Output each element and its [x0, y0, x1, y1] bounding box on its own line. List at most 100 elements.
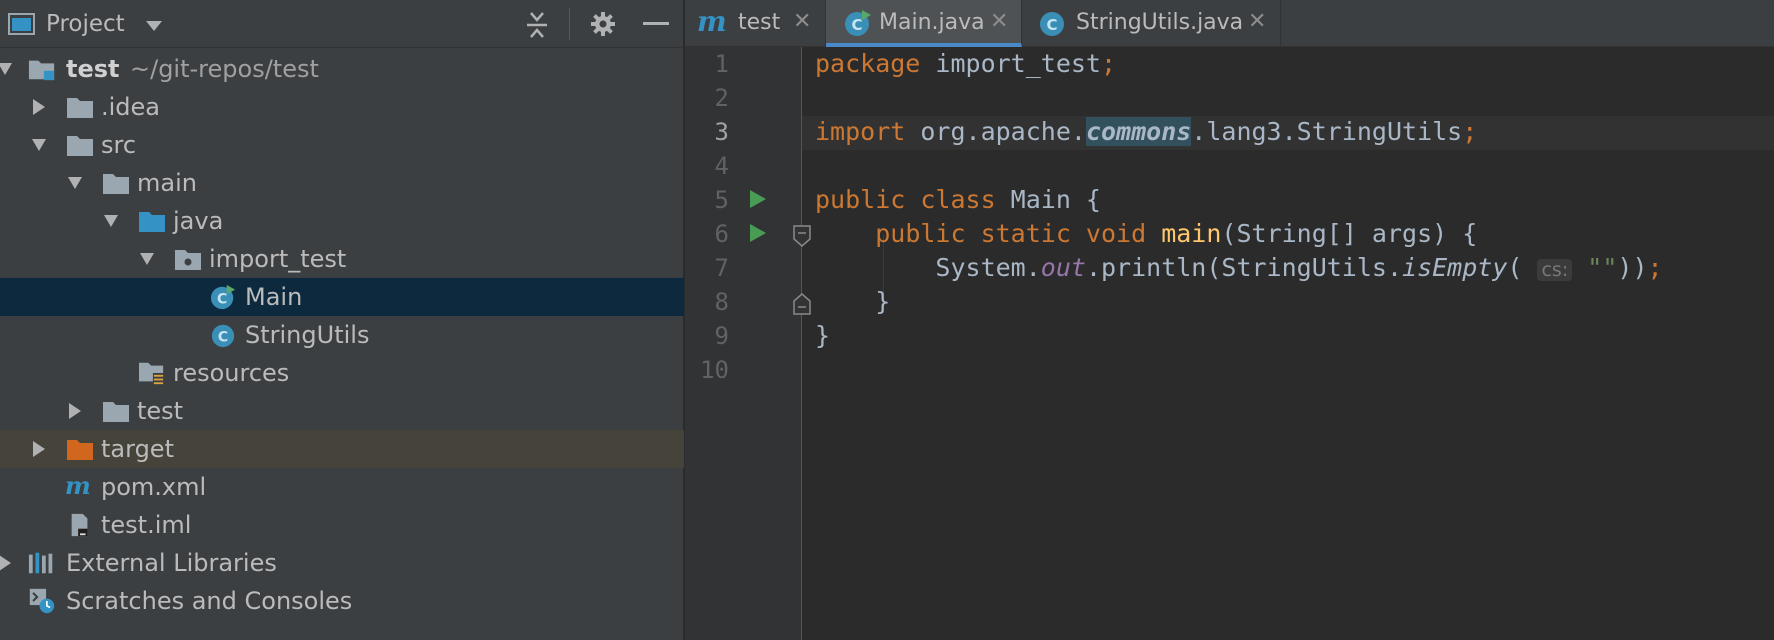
code-token: Main {: [995, 185, 1101, 214]
collapsed-arrow-icon[interactable]: [67, 402, 83, 420]
tab-label: test: [738, 10, 781, 35]
folder-icon: [103, 174, 129, 194]
close-icon[interactable]: ✕: [1248, 9, 1266, 34]
close-icon[interactable]: ✕: [793, 9, 811, 34]
expanded-arrow-icon[interactable]: [0, 60, 13, 78]
line-number: 7: [714, 254, 729, 282]
tab-test[interactable]: m test ✕: [685, 0, 826, 47]
tab-stringutils-java[interactable]: C StringUtils.java ✕: [1022, 0, 1281, 47]
code-token: ;: [1462, 117, 1478, 146]
svg-text:m: m: [697, 9, 727, 37]
tree-item-test-dir[interactable]: test: [0, 392, 684, 430]
project-panel-header: Project: [0, 0, 684, 48]
tree-item-label: Main: [245, 283, 303, 311]
folder-icon: [103, 402, 129, 422]
tree-item-scratches[interactable]: Scratches and Consoles: [0, 582, 684, 620]
code-line-6[interactable]: public static void main(String[] args) {: [815, 219, 1477, 248]
code-token: main: [1146, 219, 1222, 248]
tree-item-main-class[interactable]: C Main: [0, 278, 684, 316]
tab-label: Main.java: [879, 10, 985, 35]
tree-item-label: target: [101, 435, 174, 463]
maven-icon: m: [697, 9, 727, 37]
line-number: 8: [714, 288, 729, 316]
source-folder-icon: [139, 212, 165, 232]
libraries-icon: [28, 552, 53, 574]
line-number: 10: [700, 356, 729, 384]
tree-item-src[interactable]: src: [0, 126, 684, 164]
code-token: public class: [815, 185, 996, 214]
tree-item-label: External Libraries: [66, 549, 277, 577]
parameter-hint: cs:: [1537, 259, 1573, 281]
svg-text:C: C: [1046, 16, 1057, 34]
collapsed-arrow-icon[interactable]: [31, 440, 47, 458]
svg-text:C: C: [217, 292, 227, 308]
code-token: out: [1040, 253, 1086, 282]
expanded-arrow-icon[interactable]: [67, 174, 83, 192]
editor-area: m test ✕ C Main.java ✕ C StringUtils.jav…: [685, 0, 1774, 640]
code-line-5[interactable]: public class Main {: [815, 185, 1101, 214]
class-icon: C: [211, 324, 235, 348]
collapsed-arrow-icon[interactable]: [0, 554, 13, 572]
code-token: import: [815, 117, 906, 146]
run-icon[interactable]: [749, 223, 767, 243]
code-token: public static void: [875, 219, 1147, 248]
tree-item-import-test[interactable]: import_test: [0, 240, 684, 278]
close-icon[interactable]: ✕: [990, 9, 1008, 34]
gear-icon[interactable]: [589, 10, 617, 38]
code-line-8[interactable]: }: [815, 287, 890, 316]
svg-text:C: C: [218, 330, 228, 346]
dropdown-icon[interactable]: [145, 20, 163, 32]
code-line-7[interactable]: System.out.println(StringUtils.isEmpty( …: [815, 253, 1662, 282]
code-token: }: [815, 287, 891, 316]
tree-item-resources[interactable]: resources: [0, 354, 684, 392]
line-number: 1: [714, 50, 729, 78]
tree-item-ext-libs[interactable]: External Libraries: [0, 544, 684, 582]
fold-icon[interactable]: [792, 225, 812, 247]
tree-item-target[interactable]: target: [0, 430, 684, 468]
svg-text:m: m: [65, 474, 91, 500]
module-icon: [28, 60, 55, 81]
code-token: .lang3.StringUtils: [1191, 117, 1463, 146]
expanded-arrow-icon[interactable]: [139, 250, 155, 268]
minimize-icon[interactable]: [643, 21, 669, 27]
code-line-1[interactable]: package import_test;: [815, 49, 1116, 78]
tree-item-main[interactable]: main: [0, 164, 684, 202]
expanded-arrow-icon[interactable]: [103, 212, 119, 230]
tree-item-label: import_test: [209, 245, 347, 273]
header-separator: [569, 8, 570, 40]
code-line-9[interactable]: }: [815, 321, 830, 350]
tree-item-stringutils-class[interactable]: C StringUtils: [0, 316, 684, 354]
tab-label: StringUtils.java: [1076, 10, 1244, 35]
line-number: 9: [714, 322, 729, 350]
resources-folder-icon: [139, 362, 165, 386]
collapsed-arrow-icon[interactable]: [31, 98, 47, 116]
run-icon[interactable]: [749, 189, 767, 209]
code-token: package: [815, 49, 921, 78]
tree-item-java[interactable]: java: [0, 202, 684, 240]
code-token: isEmpty: [1402, 253, 1508, 282]
code-token: (: [1507, 253, 1538, 282]
panel-title[interactable]: Project: [46, 11, 125, 37]
tree-item-path: ~/git-repos/test: [130, 55, 319, 83]
tree-item-iml[interactable]: test.iml: [0, 506, 684, 544]
tree-item-label: main: [137, 169, 197, 197]
tree-item-idea[interactable]: .idea: [0, 88, 684, 126]
class-icon: C: [1040, 12, 1064, 36]
highlighted-token: commons: [1085, 117, 1192, 146]
collapse-all-icon[interactable]: [523, 11, 551, 39]
tree-item-label: pom.xml: [101, 473, 207, 501]
code-token: .println(StringUtils.: [1085, 253, 1403, 282]
expanded-arrow-icon[interactable]: [31, 136, 47, 154]
code-line-3[interactable]: import org.apache.commons.lang3.StringUt…: [815, 117, 1477, 146]
fold-icon[interactable]: [792, 293, 812, 315]
class-icon: C: [845, 10, 871, 36]
tree-item-pom[interactable]: m pom.xml: [0, 468, 684, 506]
tree-item-root[interactable]: test ~/git-repos/test: [0, 50, 684, 88]
tree-item-label: resources: [173, 359, 290, 387]
folder-icon: [67, 136, 93, 156]
tree-item-label: src: [101, 131, 137, 159]
code-token: )): [1617, 253, 1648, 282]
tab-main-java[interactable]: C Main.java ✕: [826, 0, 1022, 47]
